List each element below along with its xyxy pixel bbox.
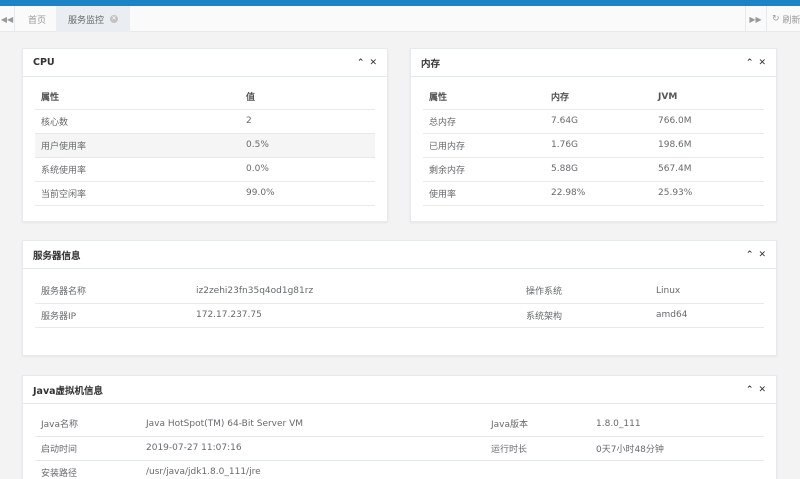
close-icon[interactable]: ✕ — [369, 58, 377, 68]
double-chevron-left-icon: ◀◀ — [0, 14, 14, 24]
table-row: 服务器名称 iz2zehi23fn35q4od1g81rz 操作系统 Linux — [35, 279, 764, 304]
table-row: 已用内存 1.76G 198.6M — [423, 133, 764, 158]
cpu-panel: CPU ⌃ ✕ 属性值 核心数 2 用户使用率 0.5% 系统使用率 0.0% 当前空闲… — [22, 48, 388, 222]
tab-scroll-left-button[interactable]: ◀◀ — [0, 6, 15, 32]
table-row: 总内存 7.64G 766.0M — [423, 109, 764, 134]
table-header: 内存 — [545, 85, 652, 110]
memory-panel-title: 内存 — [421, 58, 441, 70]
tab-service-monitor[interactable]: 服务监控 ✕ — [56, 6, 131, 32]
table-row: 核心数 2 — [35, 109, 375, 134]
server-info-table: 服务器名称 iz2zehi23fn35q4od1g81rz 操作系统 Linux… — [35, 279, 764, 328]
chevron-up-icon[interactable]: ⌃ — [746, 250, 754, 260]
double-chevron-right-icon: ▶▶ — [749, 14, 762, 24]
table-header: 值 — [240, 85, 375, 110]
cpu-panel-header: CPU ⌃ ✕ — [23, 49, 387, 77]
table-row: 启动时间 2019-07-27 11:07:16 运行时长 0天7小时48分钟 — [35, 436, 764, 461]
tab-scroll-right-button[interactable]: ▶▶ — [745, 6, 765, 32]
server-info-panel-header: 服务器信息 ⌃ ✕ — [23, 241, 776, 269]
jvm-info-panel-header: Java虚拟机信息 ⌃ ✕ — [23, 376, 776, 404]
jvm-info-panel-title: Java虚拟机信息 — [33, 385, 104, 397]
table-header: 属性 — [35, 85, 240, 110]
table-header: JVM — [652, 85, 764, 110]
memory-panel: 内存 ⌃ ✕ 属性 内存 JVM 总内存 7.64G 766.0M 已用内存 1.76G 19… — [410, 48, 777, 222]
server-info-panel: 服务器信息 ⌃ ✕ 服务器名称 iz2zehi23fn35q4od1g81rz 操… — [22, 240, 777, 356]
close-icon[interactable]: ✕ — [758, 250, 766, 260]
chevron-up-icon[interactable]: ⌃ — [357, 58, 365, 68]
refresh-button[interactable]: ↻ 刷新 — [766, 6, 800, 32]
chevron-up-icon[interactable]: ⌃ — [746, 385, 754, 395]
cpu-panel-title: CPU — [33, 57, 55, 68]
cpu-table: 属性值 核心数 2 用户使用率 0.5% 系统使用率 0.0% 当前空闲率 99.0% — [35, 85, 375, 206]
close-icon[interactable]: ✕ — [758, 58, 766, 68]
tab-home[interactable]: 首页 — [16, 6, 58, 32]
memory-table: 属性 内存 JVM 总内存 7.64G 766.0M 已用内存 1.76G 198.6M 剩… — [423, 85, 764, 206]
table-row: 用户使用率 0.5% — [35, 133, 375, 158]
jvm-info-panel: Java虚拟机信息 ⌃ ✕ Java名称 Java HotSpot(TM) 64-… — [22, 375, 777, 479]
server-info-panel-title: 服务器信息 — [33, 250, 81, 262]
memory-panel-header: 内存 ⌃ ✕ — [411, 49, 776, 77]
table-row: 服务器IP 172.17.237.75 系统架构 amd64 — [35, 303, 764, 328]
table-row: 系统使用率 0.0% — [35, 157, 375, 182]
table-row: 使用率 22.98% 25.93% — [423, 181, 764, 206]
jvm-info-table: Java名称 Java HotSpot(TM) 64-Bit Server VM… — [35, 412, 764, 479]
table-header: 属性 — [423, 85, 545, 110]
tab-close-icon[interactable]: ✕ — [110, 15, 119, 23]
table-row: 安装路径 /usr/java/jdk1.8.0_111/jre — [41, 467, 261, 479]
refresh-icon: ↻ — [772, 14, 780, 24]
table-row: 剩余内存 5.88G 567.4M — [423, 157, 764, 182]
table-row: Java名称 Java HotSpot(TM) 64-Bit Server VM… — [35, 412, 764, 437]
tab-bar: ◀◀ 首页 服务监控 ✕ ▶▶ ↻ 刷新 — [0, 6, 800, 32]
chevron-up-icon[interactable]: ⌃ — [746, 58, 754, 68]
table-row: 当前空闲率 99.0% — [35, 181, 375, 206]
close-icon[interactable]: ✕ — [758, 385, 766, 395]
